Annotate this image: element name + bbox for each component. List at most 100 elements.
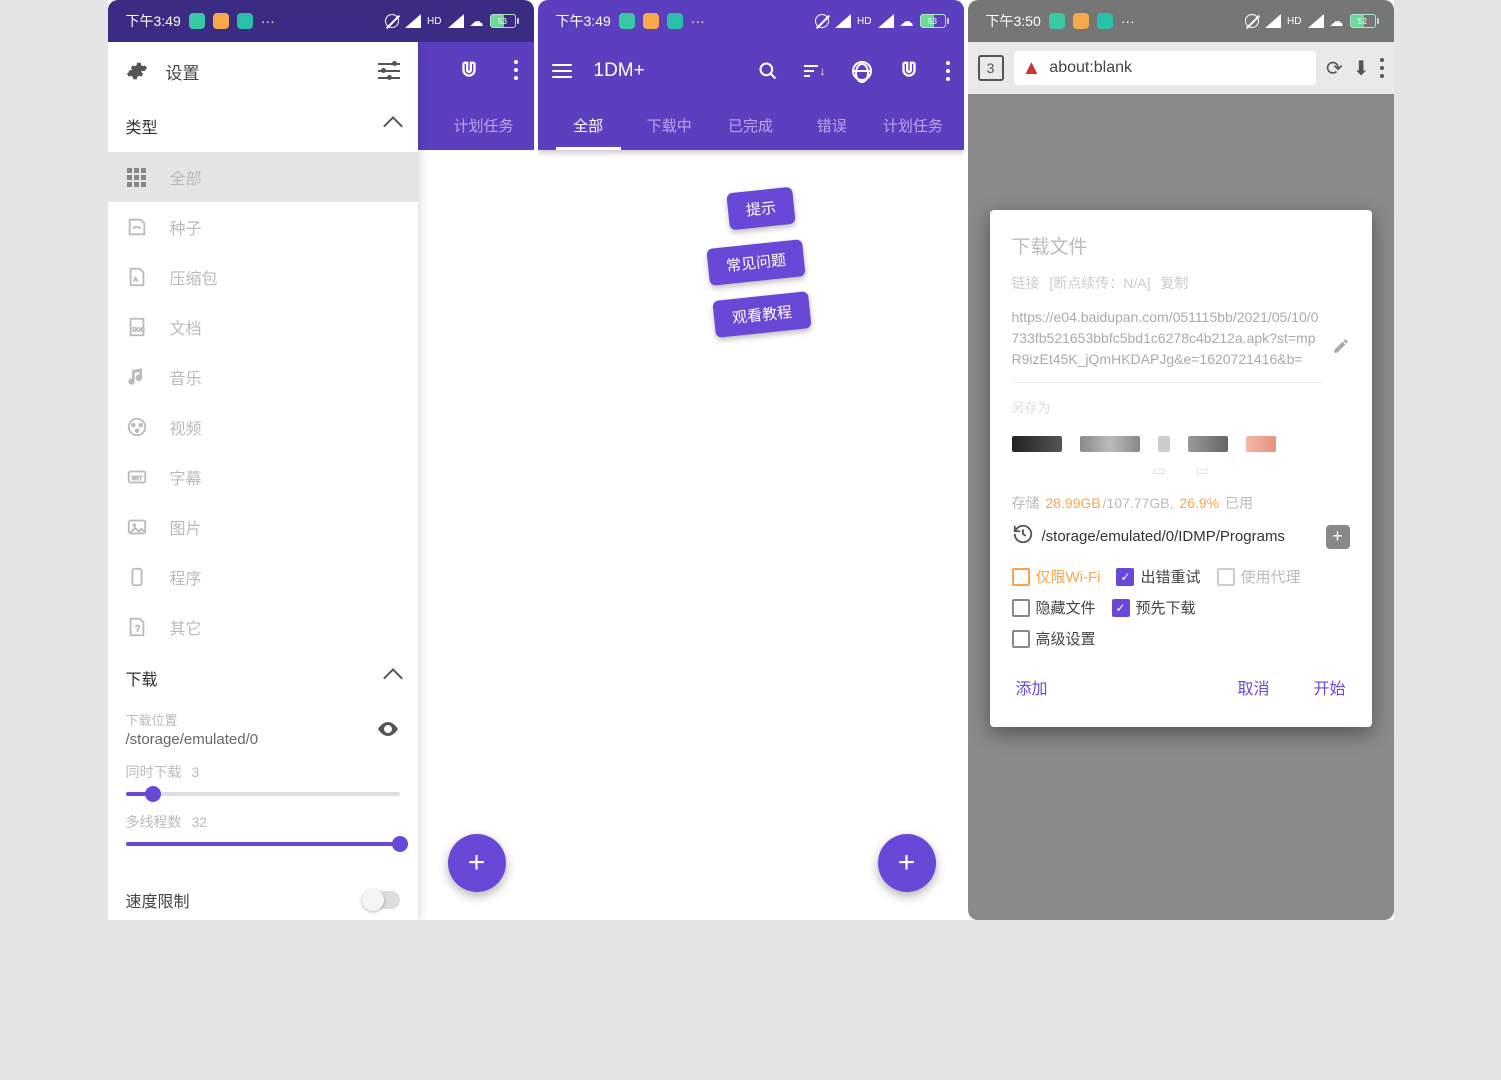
chip-tutorial[interactable]: 观看教程 bbox=[712, 291, 811, 338]
battery-icon: 53 bbox=[490, 14, 516, 28]
tab-completed[interactable]: 已完成 bbox=[710, 100, 791, 150]
checkbox-advanced[interactable]: 高级设置 bbox=[1012, 628, 1096, 649]
search-icon[interactable] bbox=[758, 61, 778, 81]
category-torrent[interactable]: 种子 bbox=[108, 202, 418, 252]
tab-count[interactable]: 3 bbox=[978, 55, 1004, 81]
notif-icon bbox=[643, 13, 659, 29]
signal-icon bbox=[1308, 14, 1324, 28]
section-download[interactable]: 下载 bbox=[108, 652, 418, 704]
concurrent-slider[interactable] bbox=[126, 792, 400, 796]
download-icon[interactable]: ⬇ bbox=[1353, 56, 1370, 81]
more-notif: ··· bbox=[691, 13, 705, 29]
tab-scheduled[interactable]: 计划任务 bbox=[872, 100, 953, 150]
category-other[interactable]: ? 其它 bbox=[108, 602, 418, 652]
clock: 下午3:50 bbox=[986, 11, 1041, 31]
nav-drawer: 设置 类型 全部 种子 A 压缩包 DOC 文档 音乐 bbox=[108, 42, 418, 920]
globe-icon[interactable] bbox=[852, 61, 872, 81]
download-location-path[interactable]: /storage/emulated/0 bbox=[126, 731, 259, 748]
threads-slider[interactable] bbox=[126, 842, 400, 846]
status-bar: 下午3:49 ··· HD ☁ 53 bbox=[538, 0, 964, 42]
dnd-icon bbox=[385, 14, 399, 28]
signal-icon bbox=[1265, 14, 1281, 28]
overflow-menu-icon[interactable] bbox=[1380, 58, 1384, 78]
checkbox-retry[interactable]: ✓出错重试 bbox=[1116, 566, 1200, 587]
history-icon[interactable] bbox=[1012, 523, 1034, 550]
speed-limit-toggle[interactable]: 速度限制 bbox=[108, 876, 418, 920]
download-location-label: 下载位置 bbox=[126, 710, 259, 729]
warning-icon: ▲ bbox=[1022, 57, 1042, 80]
more-notif: ··· bbox=[261, 13, 275, 29]
clock: 下午3:49 bbox=[556, 11, 611, 31]
url-bar[interactable]: ▲ about:blank bbox=[1014, 51, 1316, 85]
checkbox-wifi-only[interactable]: 仅限Wi-Fi bbox=[1012, 566, 1101, 587]
notif-icon bbox=[189, 13, 205, 29]
status-bar: 下午3:50 ··· HD ☁ 52 bbox=[968, 0, 1394, 42]
battery-icon: 53 bbox=[920, 14, 946, 28]
eye-icon[interactable] bbox=[376, 717, 400, 741]
chevron-up-icon bbox=[383, 116, 403, 136]
screenshot-3-download-dialog: 下午3:50 ··· HD ☁ 52 3 ▲ about:blank ⟳ ⬇ 下… bbox=[968, 0, 1394, 920]
add-button[interactable]: 添加 bbox=[1012, 669, 1052, 705]
start-button[interactable]: 开始 bbox=[1309, 669, 1349, 705]
cancel-button[interactable]: 取消 bbox=[1233, 669, 1273, 705]
drawer-title: 设置 bbox=[166, 59, 200, 84]
fab-add-button[interactable]: + bbox=[878, 834, 936, 892]
overflow-menu-icon[interactable] bbox=[946, 61, 950, 81]
cloud-icon: ☁ bbox=[900, 13, 914, 30]
program-icon bbox=[126, 566, 148, 588]
filter-icon[interactable] bbox=[378, 63, 400, 79]
notif-icon bbox=[237, 13, 253, 29]
edit-icon[interactable] bbox=[1332, 337, 1350, 360]
category-document[interactable]: DOC 文档 bbox=[108, 302, 418, 352]
tab-all[interactable]: 全部 bbox=[548, 100, 629, 150]
gear-icon[interactable] bbox=[126, 60, 148, 82]
magnet-icon[interactable] bbox=[458, 60, 480, 82]
menu-icon[interactable] bbox=[552, 64, 572, 78]
add-path-button[interactable]: + bbox=[1326, 525, 1350, 549]
category-video[interactable]: 视频 bbox=[108, 402, 418, 452]
tab-error[interactable]: 错误 bbox=[791, 100, 872, 150]
checkbox-hide-file[interactable]: 隐藏文件 bbox=[1012, 597, 1096, 618]
notif-icon bbox=[213, 13, 229, 29]
tab-bar: 全部 下载中 已完成 错误 计划任务 bbox=[538, 100, 964, 150]
hd-icon: HD bbox=[1287, 16, 1301, 27]
fab-add-button[interactable]: + bbox=[448, 834, 506, 892]
storage-info: 存储 28.99GB/107.77GB, 26.9% 已用 bbox=[1012, 493, 1350, 513]
image-icon bbox=[126, 516, 148, 538]
overflow-menu-icon[interactable] bbox=[514, 60, 518, 80]
document-icon: DOC bbox=[126, 316, 148, 338]
app-bar: 1DM+ ↓ bbox=[538, 42, 964, 100]
status-bar: 下午3:49 ··· HD ☁ 53 bbox=[108, 0, 534, 42]
copy-link[interactable]: 复制 bbox=[1160, 275, 1188, 291]
dnd-icon bbox=[815, 14, 829, 28]
tab-downloading[interactable]: 下载中 bbox=[629, 100, 710, 150]
save-path[interactable]: /storage/emulated/0/IDMP/Programs bbox=[1042, 528, 1318, 545]
reload-icon[interactable]: ⟳ bbox=[1326, 56, 1343, 81]
checkbox-prefetch[interactable]: ✓预先下载 bbox=[1112, 597, 1196, 618]
notif-icon bbox=[667, 13, 683, 29]
category-archive[interactable]: A 压缩包 bbox=[108, 252, 418, 302]
magnet-icon[interactable] bbox=[898, 60, 920, 82]
signal-icon bbox=[448, 14, 464, 28]
subtitle-icon: SRT bbox=[126, 466, 148, 488]
category-music[interactable]: 音乐 bbox=[108, 352, 418, 402]
category-subtitle[interactable]: SRT 字幕 bbox=[108, 452, 418, 502]
screenshot-2-main: 下午3:49 ··· HD ☁ 53 1DM+ ↓ 全部 下载中 bbox=[538, 0, 964, 920]
chip-faq[interactable]: 常见问题 bbox=[706, 239, 805, 286]
chip-tips[interactable]: 提示 bbox=[726, 187, 796, 231]
bg-tab: 计划任务 bbox=[453, 115, 513, 136]
category-all[interactable]: 全部 bbox=[108, 152, 418, 202]
sort-icon[interactable]: ↓ bbox=[804, 64, 826, 78]
redacted-filename bbox=[1012, 436, 1350, 452]
dialog-title: 下载文件 bbox=[1012, 232, 1350, 259]
category-image[interactable]: 图片 bbox=[108, 502, 418, 552]
checkbox-proxy[interactable]: 使用代理 bbox=[1217, 566, 1301, 587]
svg-text:?: ? bbox=[135, 624, 140, 634]
other-icon: ? bbox=[126, 616, 148, 638]
download-url[interactable]: https://e04.baidupan.com/051115bb/2021/0… bbox=[1012, 307, 1322, 383]
threads-label: 多线程数32 bbox=[126, 812, 400, 832]
hd-icon: HD bbox=[857, 16, 871, 27]
category-program[interactable]: 程序 bbox=[108, 552, 418, 602]
signal-icon bbox=[878, 14, 894, 28]
section-type[interactable]: 类型 bbox=[108, 100, 418, 152]
